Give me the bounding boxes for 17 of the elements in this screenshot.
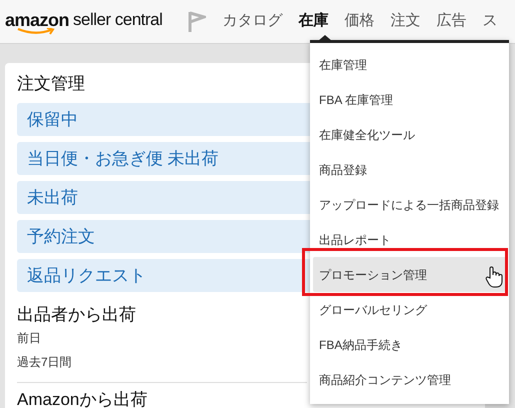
nav-tab[interactable]: 価格 — [336, 0, 382, 43]
menu-item[interactable]: 在庫管理 — [313, 47, 506, 82]
menu-item[interactable]: プロモーション管理 — [313, 257, 506, 292]
logo[interactable]: amazon seller central — [5, 8, 162, 36]
period-label: 過去7日間 — [17, 354, 72, 371]
period-label: 前日 — [17, 330, 41, 347]
menu-item[interactable]: グローバルセリング — [313, 292, 506, 327]
nav-tab[interactable]: 注文 — [382, 0, 428, 43]
section-title: 出品者から出荷 — [17, 304, 136, 326]
nav-tab[interactable]: 在庫 — [290, 0, 336, 43]
menu-item[interactable]: FBA納品手続き — [313, 327, 506, 362]
nav-tab[interactable]: カタログ — [214, 0, 290, 43]
menu-item[interactable]: 商品紹介コンテンツ管理 — [313, 362, 506, 397]
section-title: Amazonから出荷 — [17, 389, 148, 408]
card-title: 注文管理 — [17, 73, 85, 95]
nav-tab[interactable]: 広告 — [428, 0, 474, 43]
nav-tab[interactable]: ス — [474, 0, 506, 43]
